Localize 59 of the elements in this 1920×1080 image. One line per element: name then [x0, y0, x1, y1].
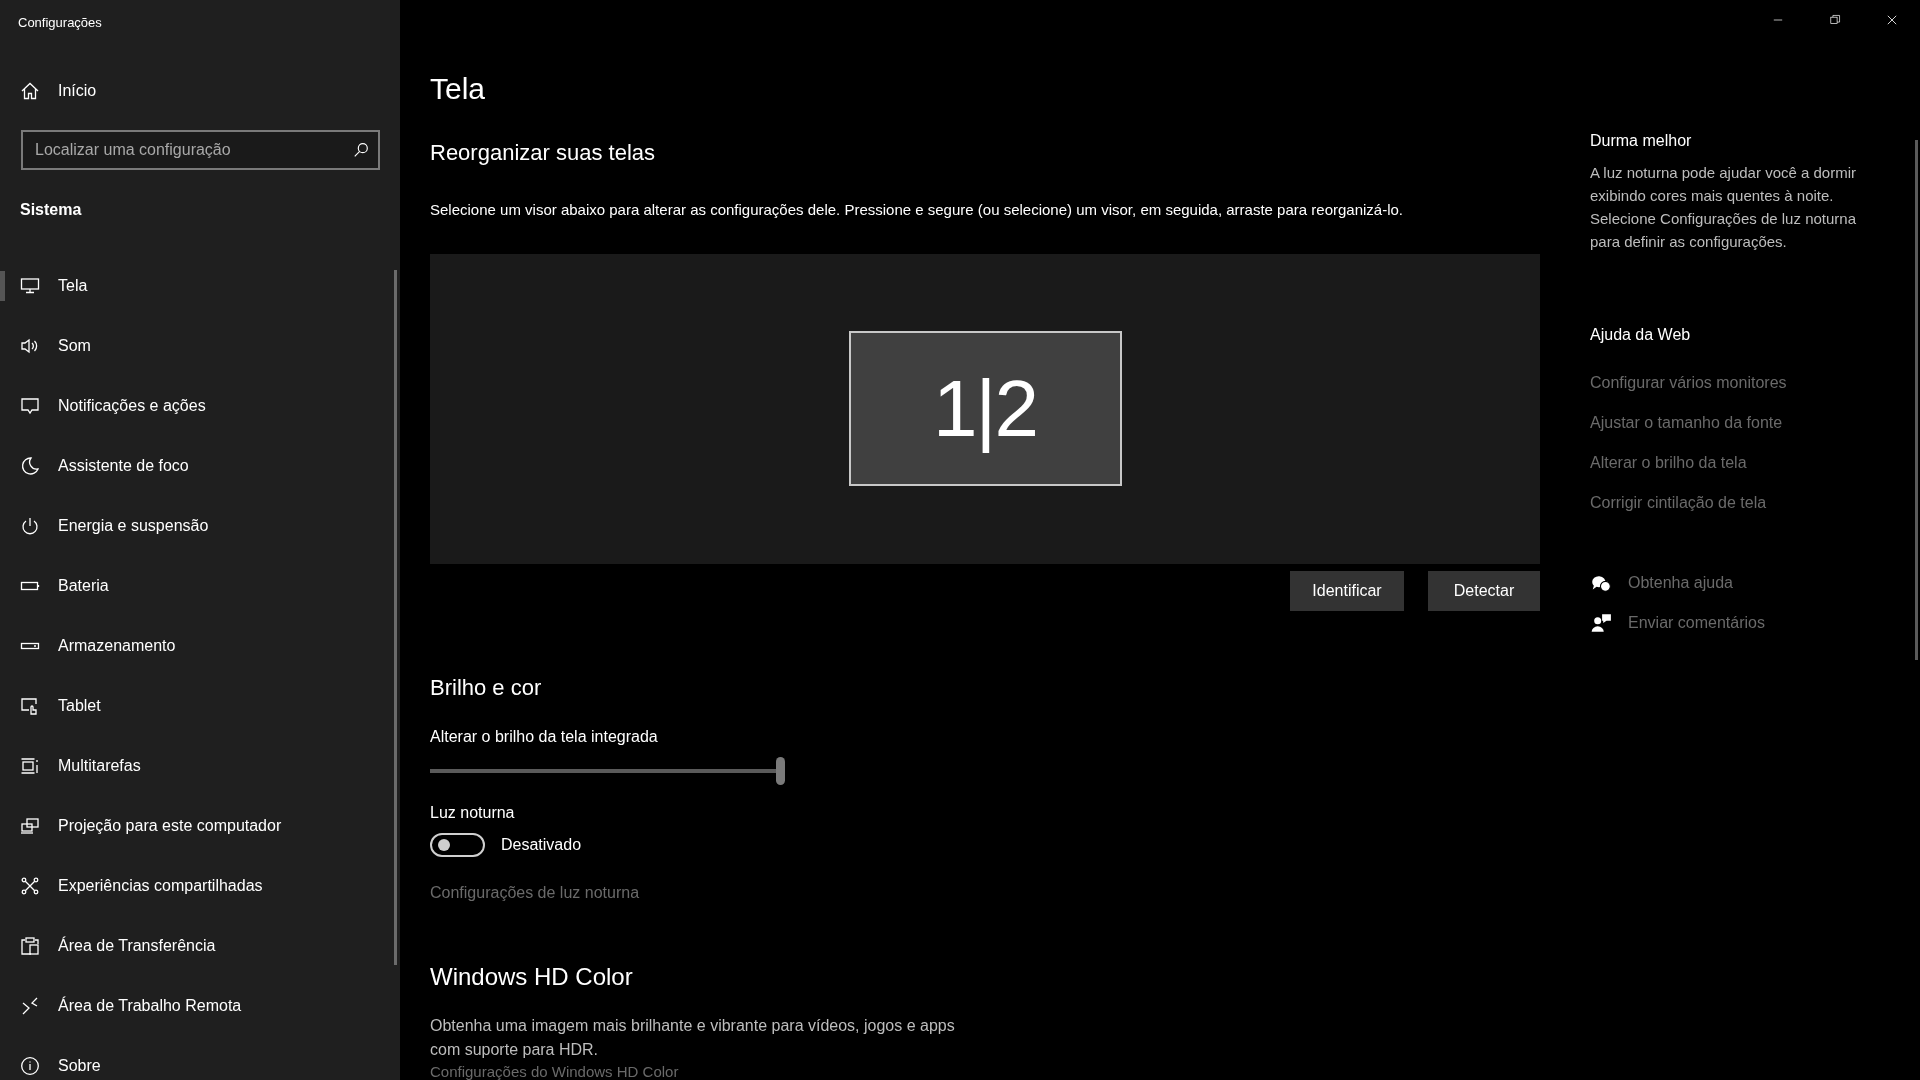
- help-link[interactable]: Configurar vários monitores: [1590, 371, 1890, 395]
- help-link[interactable]: Corrigir cintilação de tela: [1590, 491, 1890, 515]
- description-text: Selecione um visor abaixo para alterar as configurações dele. Pressione e segure (ou selecione) um visor, em seguida, arraste para reorganizá-lo.: [430, 200, 1404, 221]
- slider-thumb[interactable]: [776, 757, 785, 786]
- arrows-icon: [20, 996, 40, 1016]
- help-action-link[interactable]: Enviar comentários: [1628, 611, 1765, 635]
- sidebar-item[interactable]: Energia e suspensão: [0, 496, 400, 556]
- speaker-icon: [20, 336, 40, 356]
- help-action-link[interactable]: Obtenha ajuda: [1628, 571, 1733, 595]
- brightness-slider[interactable]: [430, 757, 785, 786]
- sidebar-item[interactable]: Tela: [0, 256, 400, 316]
- sidebar-item[interactable]: Assistente de foco: [0, 436, 400, 496]
- display-tile[interactable]: 1|2: [848, 331, 1122, 487]
- sidebar-item[interactable]: Tablet: [0, 676, 400, 736]
- section-heading: Windows HD Color: [430, 963, 634, 993]
- settings-link[interactable]: Configurações do Windows HD Color: [430, 1063, 1540, 1080]
- slider-label: Alterar o brilho da tela integrada: [430, 727, 659, 748]
- sidebar-item[interactable]: Notificações e ações: [0, 376, 400, 436]
- section-heading: Reorganizar suas telas: [430, 140, 656, 167]
- clipboard-icon: [20, 936, 40, 956]
- help-link[interactable]: Alterar o brilho da tela: [1590, 451, 1890, 475]
- search-icon: [352, 141, 370, 159]
- sidebar-item[interactable]: Sobre: [0, 1036, 400, 1080]
- sidebar-item[interactable]: Bateria: [0, 556, 400, 616]
- sidebar-item[interactable]: Área de Transferência: [0, 916, 400, 976]
- tip-title: Durma melhor: [1590, 131, 1693, 151]
- toggle-switch[interactable]: [430, 833, 485, 858]
- detect-button[interactable]: Detectar: [1428, 570, 1540, 611]
- toggle-label: Luz noturna: [430, 803, 516, 824]
- two-screens-icon: [20, 816, 40, 836]
- search-field[interactable]: Localizar uma configuração: [21, 130, 380, 170]
- tip-text: A luz noturna pode ajudar você a dormir exibindo cores mais quentes à noite. Selecione Configurações de luz noturna para definir as configurações.: [1590, 163, 1857, 252]
- speech-bubble-icon: [20, 396, 40, 416]
- tablet-icon: [20, 696, 40, 716]
- settings-link[interactable]: Configurações de luz noturna: [430, 881, 1540, 906]
- section-heading: Sistema: [19, 200, 83, 220]
- identify-button[interactable]: Identificar: [1290, 570, 1404, 611]
- toggle-state: Desativado: [501, 835, 582, 856]
- home-link[interactable]: Início: [0, 66, 400, 116]
- sidebar-item[interactable]: Som: [0, 316, 400, 376]
- monitor-icon: [20, 276, 40, 296]
- moon-icon: [20, 456, 40, 476]
- page-title: Tela: [430, 74, 487, 104]
- person-bubble-icon: [1590, 612, 1612, 634]
- help-link[interactable]: Ajustar o tamanho da fonte: [1590, 411, 1890, 435]
- power-icon: [20, 516, 40, 536]
- section-heading: Brilho e cor: [430, 674, 543, 702]
- sidebar-item[interactable]: Área de Trabalho Remota: [0, 976, 400, 1036]
- window-title: Configurações: [17, 14, 103, 32]
- home-icon: [20, 81, 40, 101]
- network-icon: [20, 876, 40, 896]
- sidebar-item[interactable]: Armazenamento: [0, 616, 400, 676]
- help-title: Ajuda da Web: [1590, 325, 1692, 345]
- restore-icon[interactable]: [1827, 13, 1842, 27]
- sidebar-item[interactable]: Multitarefas: [0, 736, 400, 796]
- info-icon: [20, 1056, 40, 1076]
- window-stack-icon: [20, 756, 40, 776]
- sidebar-item[interactable]: Projeção para este computador: [0, 796, 400, 856]
- description-text: Obtenha uma imagem mais brilhante e vibrante para vídeos, jogos e apps com suporte para HDR.: [430, 1016, 956, 1061]
